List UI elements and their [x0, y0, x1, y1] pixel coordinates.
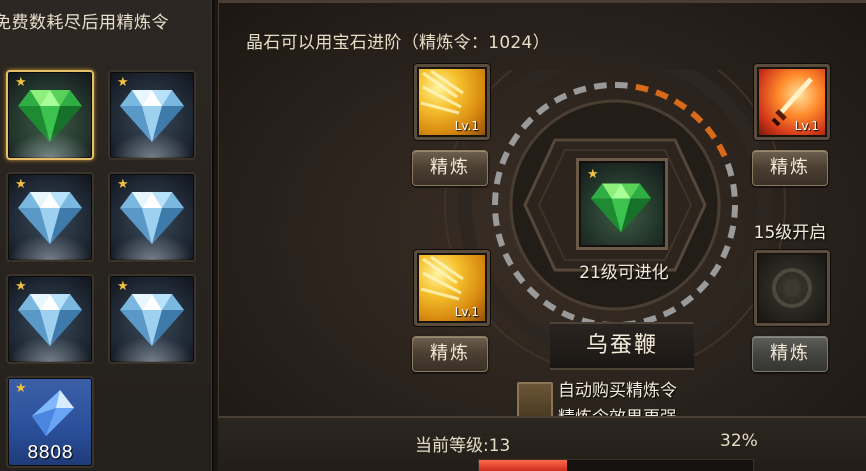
gem-slot-green[interactable]: ★	[6, 70, 94, 160]
ring-dash	[614, 82, 628, 89]
gem-slot-blue[interactable]: ★	[108, 172, 196, 262]
refine-button-top-right[interactable]: 精炼	[752, 150, 828, 186]
progress-fill	[479, 460, 567, 471]
ring-dash	[593, 82, 607, 90]
ring-dash	[704, 125, 717, 140]
ring-dash	[724, 162, 735, 177]
progress-percent: 32%	[720, 431, 758, 451]
ring-dash	[673, 98, 688, 111]
ring-dash	[495, 233, 506, 248]
skill-slot-bottom-left[interactable]: Lv.1	[414, 250, 490, 326]
ring-dash	[690, 110, 704, 124]
skill-level: Lv.1	[794, 119, 819, 133]
ring-dash	[499, 151, 510, 166]
ring-dash	[553, 92, 568, 104]
skill-level: Lv.1	[454, 305, 479, 319]
gem-slot-blue[interactable]: ★	[6, 274, 94, 364]
inventory-hint: 免费数耗尽后用精炼令	[0, 13, 169, 33]
ring-dash	[709, 263, 722, 278]
ring-dash	[720, 244, 731, 259]
green-gem-icon	[590, 183, 652, 233]
ring-dash	[526, 286, 540, 300]
mist-effect	[110, 132, 194, 158]
skill-level: Lv.1	[454, 119, 479, 133]
panel-top-border	[218, 0, 866, 3]
unlock-requirement: 15级开启	[753, 223, 827, 243]
blue-crystal-icon	[32, 390, 74, 436]
current-level: 当前等级:13	[415, 436, 511, 456]
mist-effect	[110, 234, 194, 260]
refine-button-top-left[interactable]: 精炼	[412, 150, 488, 186]
ring-dash	[492, 213, 500, 227]
mist-effect	[8, 336, 92, 362]
auto-buy-checkbox[interactable]	[517, 382, 553, 420]
crystal-slot[interactable]: ★ 8808	[6, 376, 94, 468]
skill-slot-top-left[interactable]: Lv.1	[414, 64, 490, 140]
ring-dash	[696, 280, 710, 294]
gem-slot-blue[interactable]: ★	[108, 70, 196, 160]
evolve-requirement: 21级可进化	[579, 263, 669, 283]
skill-slot-locked	[754, 250, 830, 326]
mist-effect	[8, 234, 92, 260]
ring-dash	[520, 116, 534, 130]
locked-skill-icon	[772, 268, 812, 308]
ring-dash	[542, 299, 557, 312]
item-count: 8808	[27, 442, 73, 463]
mist-effect	[8, 132, 92, 158]
ring-dash	[680, 294, 695, 307]
ring-dash	[513, 270, 526, 285]
screen: 免费数耗尽后用精炼令 ★ ★ ★ ★ ★ ★ ★ 8808 晶石可以用宝石进阶（…	[0, 0, 866, 471]
center-gem-slot[interactable]: ★	[576, 158, 668, 250]
ring-dash	[502, 252, 514, 267]
refine-info-text: 晶石可以用宝石进阶（精炼令：1024）	[246, 33, 550, 53]
item-name: 乌蚕鞭	[550, 322, 694, 370]
refine-button-bottom-left[interactable]: 精炼	[412, 336, 488, 372]
ring-dash	[716, 143, 728, 158]
ring-dash	[508, 132, 521, 147]
auto-buy-label: 自动购买精炼令	[558, 381, 677, 401]
ring-dash	[635, 83, 649, 93]
skill-slot-top-right[interactable]: Lv.1	[754, 64, 830, 140]
ring-dash	[662, 306, 677, 318]
ring-dash	[643, 314, 658, 325]
ring-dash	[492, 192, 499, 206]
ring-dash	[730, 183, 738, 197]
gem-slot-blue[interactable]: ★	[108, 274, 196, 364]
ring-dash	[493, 171, 503, 185]
gem-slot-blue[interactable]: ★	[6, 172, 94, 262]
ring-dash	[654, 89, 669, 100]
progress-track	[478, 459, 754, 471]
ring-dash	[561, 310, 576, 321]
ring-dash	[535, 103, 550, 116]
ring-dash	[731, 204, 738, 218]
refine-button-locked[interactable]: 精炼	[752, 336, 828, 372]
ring-dash	[572, 85, 587, 96]
ring-dash	[727, 225, 737, 239]
mist-effect	[110, 336, 194, 362]
